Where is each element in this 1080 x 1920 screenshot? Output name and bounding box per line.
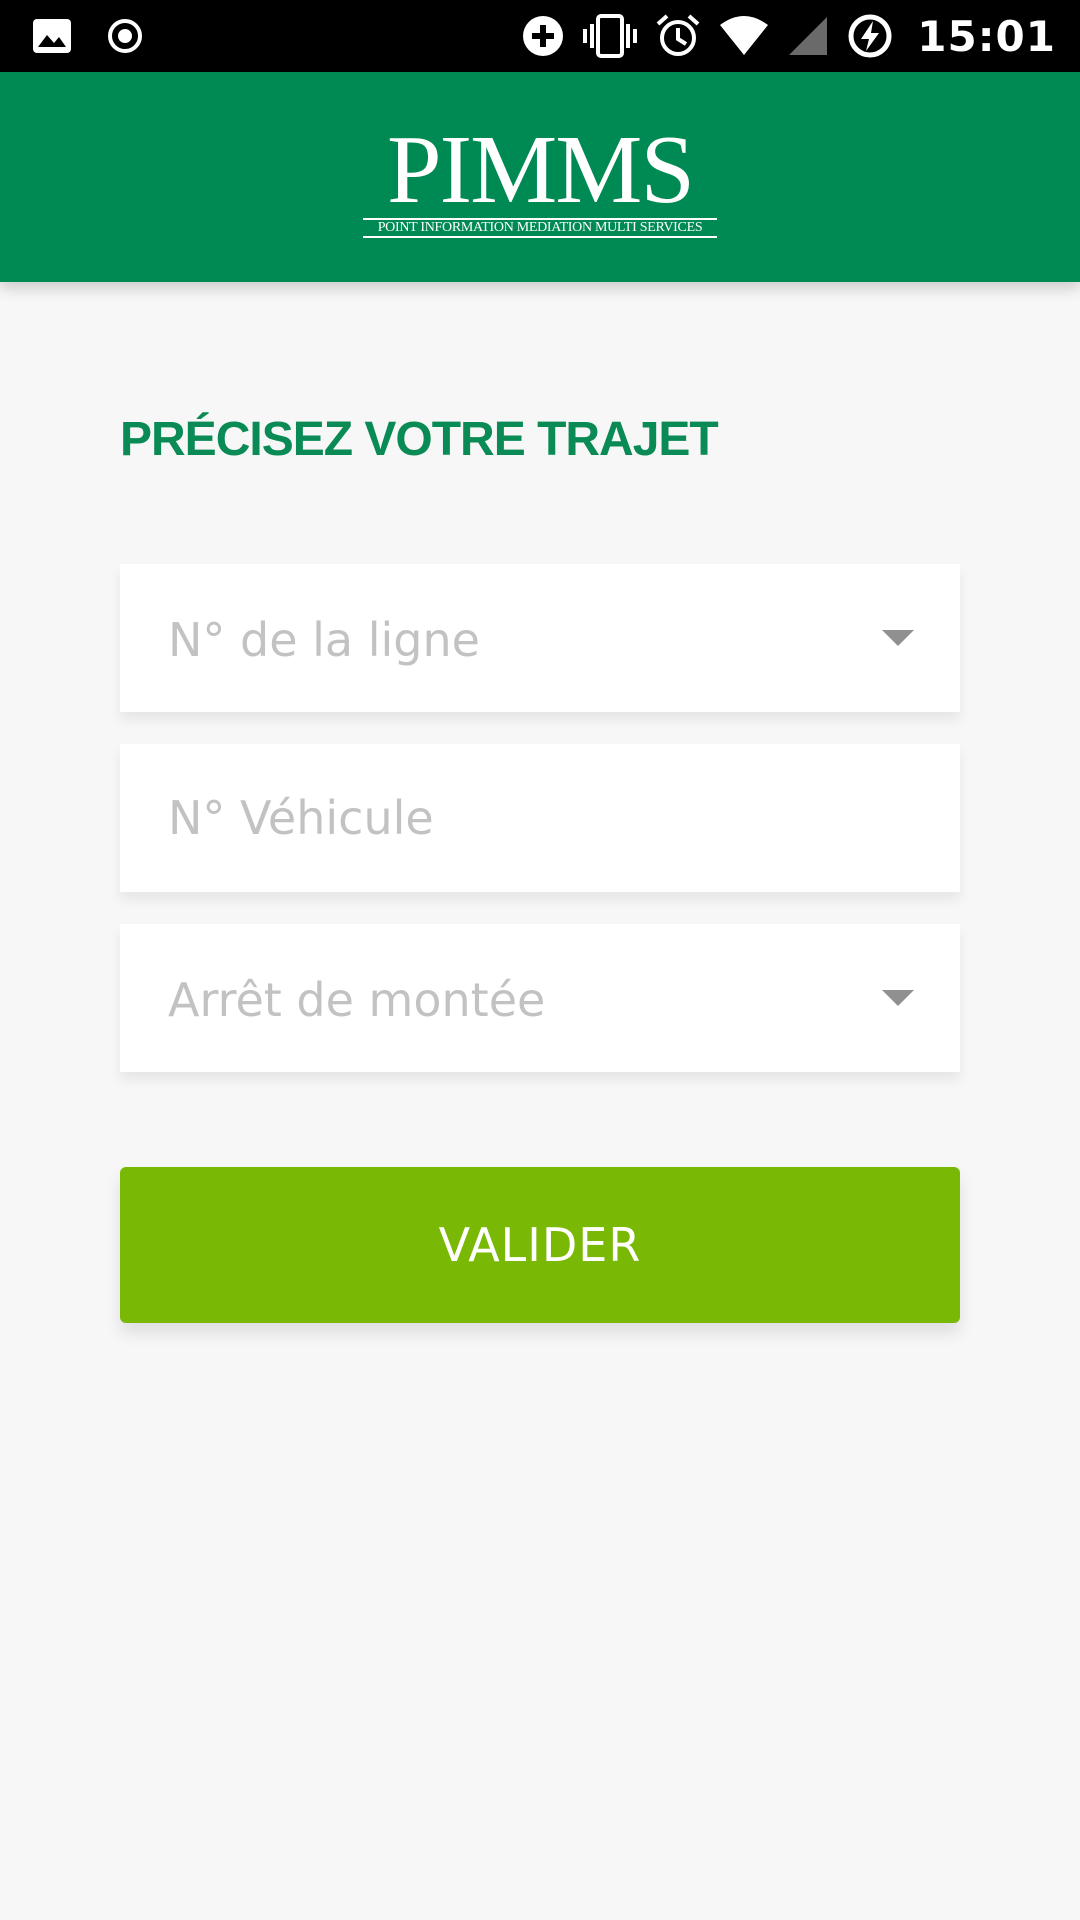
logo-subtitle: POINT INFORMATION MEDIATION MULTI SERVIC… bbox=[363, 218, 717, 238]
line-number-select[interactable]: N° de la ligne bbox=[120, 564, 960, 712]
vibrate-icon bbox=[583, 14, 638, 58]
status-time: 15:01 bbox=[917, 11, 1056, 61]
signal-icon bbox=[787, 15, 829, 57]
image-icon bbox=[32, 18, 72, 54]
app-header: PIMMS POINT INFORMATION MEDIATION MULTI … bbox=[0, 72, 1080, 282]
form-title: PRÉCISEZ VOTRE TRAJET bbox=[120, 413, 719, 466]
logo-text: PIMMS bbox=[387, 116, 695, 224]
status-bar: 15:01 bbox=[0, 0, 1080, 72]
dropdown-arrow-icon bbox=[882, 990, 914, 1006]
vehicle-number-field[interactable] bbox=[120, 744, 960, 892]
battery-charging-icon bbox=[847, 13, 893, 59]
status-right: 15:01 bbox=[521, 0, 1056, 72]
line-number-placeholder: N° de la ligne bbox=[168, 613, 480, 667]
boarding-stop-placeholder: Arrêt de montée bbox=[168, 973, 546, 1027]
record-icon bbox=[106, 17, 144, 55]
trip-form: PRÉCISEZ VOTRE TRAJET N° de la ligne Arr… bbox=[0, 282, 1080, 1920]
dropdown-arrow-icon bbox=[882, 630, 914, 646]
pimms-logo: PIMMS POINT INFORMATION MEDIATION MULTI … bbox=[360, 116, 720, 238]
wifi-icon bbox=[719, 15, 769, 57]
alarm-icon bbox=[655, 13, 701, 59]
data-saver-icon bbox=[521, 14, 565, 58]
validate-button[interactable]: VALIDER bbox=[120, 1167, 960, 1323]
vehicle-number-input[interactable] bbox=[120, 744, 960, 892]
status-left bbox=[32, 0, 144, 72]
boarding-stop-select[interactable]: Arrêt de montée bbox=[120, 924, 960, 1072]
